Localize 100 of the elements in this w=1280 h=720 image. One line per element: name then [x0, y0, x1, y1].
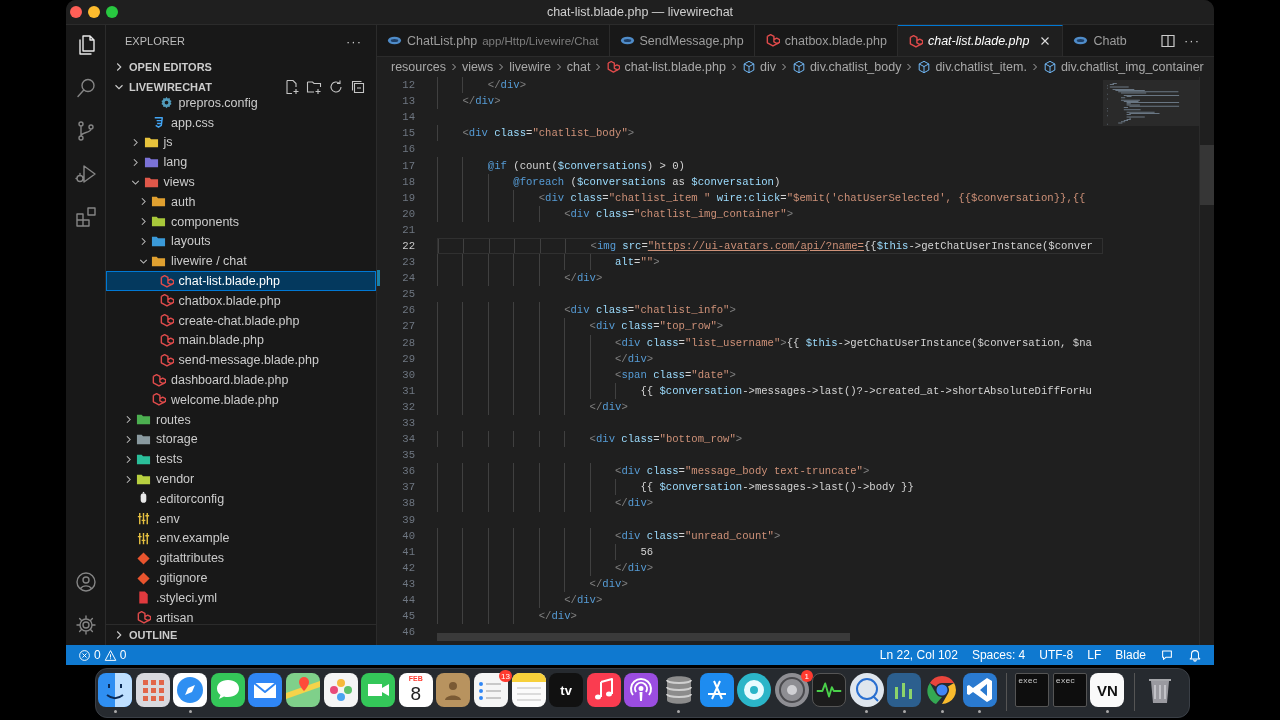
dock-item[interactable]: VN [1090, 673, 1125, 715]
notepad-icon[interactable] [511, 673, 546, 707]
breadcrumb-item[interactable]: div.chatlist_body [791, 60, 902, 74]
close-button[interactable] [70, 6, 82, 18]
status-item[interactable]: Ln 22, Col 102 [879, 648, 958, 662]
account-icon[interactable] [73, 570, 98, 594]
chart-icon[interactable] [887, 673, 922, 707]
tree-item[interactable]: routes [106, 409, 376, 430]
vertical-scrollbar[interactable] [1200, 145, 1214, 205]
tree-item[interactable]: tests [106, 449, 376, 470]
ring-icon[interactable] [849, 673, 884, 707]
tree-item[interactable]: layouts [106, 231, 376, 252]
error-icon [78, 648, 91, 662]
breadcrumb-item[interactable]: views [461, 60, 494, 74]
app-grid-icon[interactable] [135, 673, 170, 707]
dock-item[interactable] [849, 673, 884, 715]
diamond-icon [136, 570, 151, 586]
status-item[interactable]: Blade [1115, 648, 1146, 662]
tree-item[interactable]: js [106, 132, 376, 153]
breadcrumb-item[interactable]: div [741, 60, 776, 74]
envelope-icon[interactable] [248, 673, 283, 707]
music-note-icon[interactable] [586, 673, 621, 707]
tree-item[interactable]: .gitattributes [106, 548, 376, 569]
breadcrumb-item[interactable]: div.chatlist_img_container [1042, 60, 1204, 74]
tree-item[interactable]: .env [106, 508, 376, 529]
waveform-icon[interactable] [812, 673, 847, 707]
dock-item[interactable] [173, 673, 208, 715]
split-face-icon[interactable] [98, 673, 132, 707]
editor-tab[interactable]: Chatb [1063, 25, 1127, 56]
editor-tab[interactable]: chatbox.blade.php [754, 25, 898, 56]
editor-tab[interactable]: chat-list.blade.php [897, 25, 1064, 56]
tree-item[interactable]: send-message.blade.php [106, 350, 376, 371]
video-camera-icon[interactable] [361, 673, 396, 707]
dock-item[interactable] [962, 673, 997, 715]
flower-icon[interactable] [323, 673, 358, 707]
tree-item[interactable]: create-chat.blade.php [106, 310, 376, 331]
tree-item[interactable]: components [106, 211, 376, 232]
tree-item[interactable]: storage [106, 429, 376, 450]
breadcrumb-item[interactable]: livewire [509, 60, 551, 74]
horizontal-scrollbar[interactable] [437, 633, 850, 641]
speech-bubble-icon[interactable] [210, 673, 245, 707]
dock-item[interactable] [98, 673, 132, 715]
tree-item[interactable]: .gitignore [106, 568, 376, 588]
tree-item[interactable]: auth [106, 192, 376, 212]
tree-item[interactable]: livewire / chat [106, 251, 376, 272]
podcast-icon[interactable] [624, 673, 659, 707]
app-icon[interactable]: VN [1090, 673, 1125, 707]
tree-item[interactable]: dashboard.blade.php [106, 370, 376, 390]
tree-item[interactable]: welcome.blade.php [106, 389, 376, 410]
breadcrumb-item[interactable]: resources [391, 60, 446, 74]
tree-item[interactable]: .styleci.yml [106, 587, 376, 608]
tree-item[interactable]: app.css [106, 112, 376, 133]
diamond-icon [136, 550, 151, 566]
split-editor-icon[interactable] [1160, 32, 1176, 49]
dock-item[interactable]: tv [549, 673, 584, 715]
line-number: 36 [401, 464, 416, 480]
collapse-all-icon[interactable] [350, 79, 366, 95]
terminal-window-icon[interactable]: exec [1052, 673, 1087, 707]
dock-item[interactable] [887, 673, 922, 715]
contact-book-icon[interactable] [436, 673, 471, 707]
line-number: 33 [401, 416, 416, 431]
breadcrumb-item[interactable]: chat-list.blade.php [606, 60, 726, 74]
code-editor-icon[interactable] [962, 673, 997, 707]
dock-item[interactable]: exec [1015, 673, 1050, 715]
terminal-window-icon[interactable]: exec [1015, 673, 1050, 707]
tree-item[interactable]: .env.example [106, 528, 376, 549]
gear-icon[interactable] [774, 673, 809, 707]
tree-item[interactable]: vendor [106, 469, 376, 489]
tree-item[interactable]: artisan [106, 607, 376, 624]
more-actions-button[interactable]: ··· [346, 33, 362, 49]
new-folder-icon[interactable] [306, 79, 322, 95]
problems-status[interactable]: 0 0 [78, 648, 127, 662]
tree-item[interactable]: main.blade.php [106, 330, 376, 351]
new-file-icon[interactable] [284, 79, 300, 95]
map-icon[interactable] [285, 673, 320, 707]
maximize-button[interactable] [106, 6, 118, 18]
feedback-icon[interactable] [1160, 648, 1174, 662]
tree-item[interactable]: lang [106, 152, 376, 173]
gear-icon[interactable] [737, 673, 772, 707]
more-actions-button[interactable]: ··· [1184, 33, 1200, 48]
status-item[interactable]: Spaces: 4 [971, 648, 1026, 662]
bell-icon[interactable] [1188, 648, 1202, 662]
refresh-icon[interactable] [328, 79, 344, 95]
tree-item[interactable]: chatbox.blade.php [106, 290, 376, 311]
editor-tab[interactable]: SendMessage.php [609, 25, 755, 56]
compass-icon[interactable] [173, 673, 208, 707]
dock-item[interactable]: exec [1052, 673, 1087, 715]
tv-icon[interactable]: tv [549, 673, 584, 707]
breadcrumb-item[interactable]: div.chatlist_item. [917, 60, 1027, 74]
tree-item[interactable]: views [106, 172, 376, 192]
breadcrumb-item[interactable]: chat [566, 60, 591, 74]
settings-icon[interactable] [73, 613, 98, 637]
status-item[interactable]: LF [1087, 648, 1102, 662]
status-item[interactable]: UTF-8 [1039, 648, 1074, 662]
minimize-button[interactable] [88, 6, 100, 18]
extensions-icon[interactable] [73, 205, 98, 229]
tree-item[interactable]: chat-list.blade.php [106, 271, 376, 291]
checklist-icon[interactable] [473, 673, 508, 707]
editor-tab[interactable]: ChatList.php app/Http/Livewire/Chat [377, 25, 610, 56]
tree-item[interactable]: .editorconfig [106, 488, 376, 509]
